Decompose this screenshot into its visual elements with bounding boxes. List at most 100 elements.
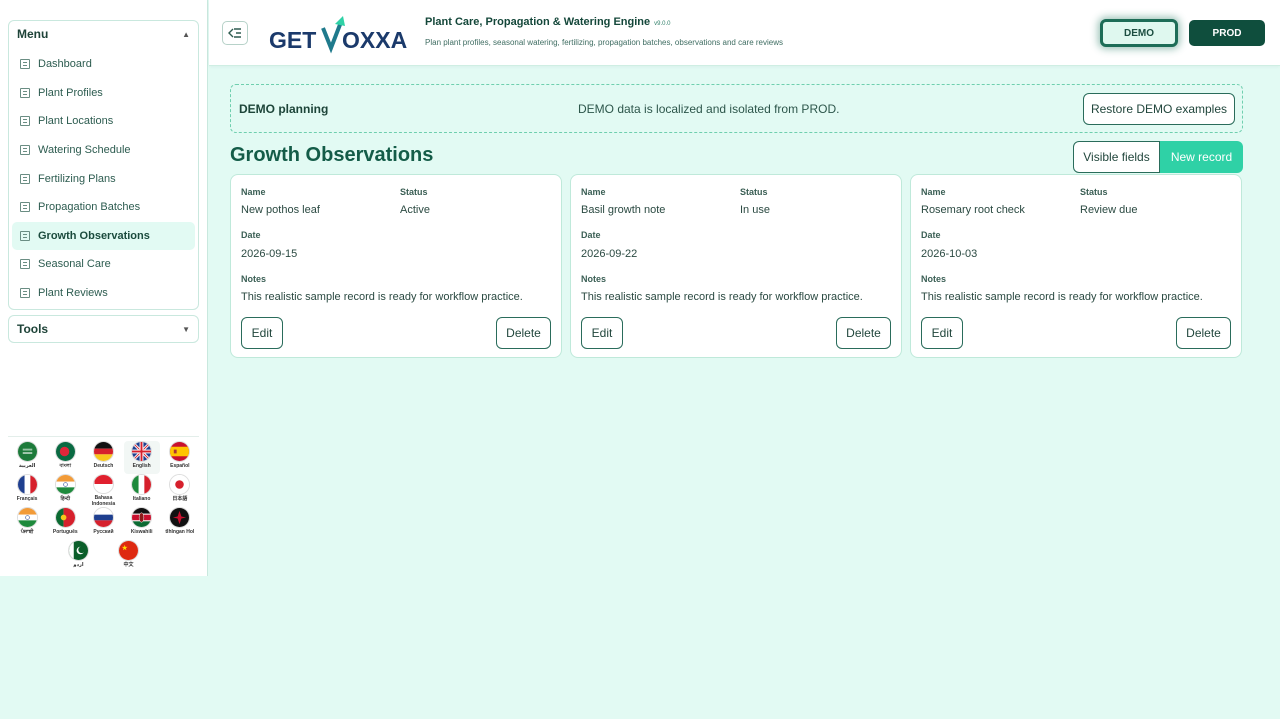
record-name: Basil growth note: [581, 204, 666, 216]
delete-button[interactable]: Delete: [496, 317, 551, 349]
delete-button[interactable]: Delete: [1176, 317, 1231, 349]
sidebar-item-plant-profiles[interactable]: Plant Profiles: [12, 79, 195, 108]
record-name: Rosemary root check: [921, 204, 1025, 216]
restore-demo-button[interactable]: Restore DEMO examples: [1083, 93, 1235, 125]
app-version: v9.0.0: [654, 21, 671, 27]
menu-title: Menu: [17, 27, 49, 41]
field-label-notes: Notes: [581, 274, 607, 284]
banner-note: DEMO data is localized and isolated from…: [578, 102, 840, 116]
language-russian[interactable]: Русский: [85, 507, 121, 540]
sidebar: Menu ▲ Dashboard Plant Profiles Plant Lo…: [0, 0, 208, 576]
sidebar-item-fertilizing-plans[interactable]: Fertilizing Plans: [12, 164, 195, 193]
language-label: العربية: [18, 463, 36, 469]
sidebar-item-plant-locations[interactable]: Plant Locations: [12, 107, 195, 136]
tools-panel-header[interactable]: Tools ▼: [9, 316, 198, 342]
language-portuguese[interactable]: Português: [47, 507, 83, 540]
language-urdu[interactable]: اردو: [61, 540, 97, 573]
language-french[interactable]: Français: [9, 474, 45, 507]
field-label-date: Date: [921, 230, 941, 240]
language-label: English: [132, 463, 151, 469]
sidebar-item-label: Seasonal Care: [38, 258, 111, 271]
language-label: हिन्दी: [60, 496, 70, 502]
record-date: 2026-09-15: [241, 248, 298, 260]
sidebar-item-label: Growth Observations: [38, 229, 150, 242]
flag-indonesia-icon: [92, 474, 114, 494]
flag-spain-icon: [169, 441, 191, 462]
app-title-text: Plant Care, Propagation & Watering Engin…: [425, 16, 651, 28]
language-indonesian[interactable]: Bahasa Indonesia: [85, 474, 121, 507]
visible-fields-button[interactable]: Visible fields: [1073, 141, 1160, 173]
flag-portugal-icon: [54, 507, 76, 528]
demo-banner: DEMO planning DEMO data is localized and…: [230, 84, 1243, 133]
language-german[interactable]: Deutsch: [85, 441, 121, 474]
document-icon: [20, 59, 30, 70]
language-label: Português: [52, 529, 78, 535]
language-english[interactable]: English: [123, 441, 160, 474]
flag-bangladesh-icon: [54, 441, 76, 462]
language-hindi[interactable]: हिन्दी: [47, 474, 83, 507]
sidebar-item-plant-reviews[interactable]: Plant Reviews: [12, 279, 195, 308]
language-arabic[interactable]: العربية: [9, 441, 45, 474]
chevron-up-icon: ▲: [182, 29, 190, 39]
sidebar-item-label: Watering Schedule: [38, 144, 131, 157]
flag-russia-icon: [92, 507, 114, 528]
language-klingon[interactable]: tlhIngan Hol: [162, 507, 198, 540]
page-title: Growth Observations: [230, 144, 434, 166]
language-label: Deutsch: [93, 463, 114, 469]
language-swahili[interactable]: Kiswahili: [124, 507, 160, 540]
language-label: 日本語: [172, 496, 188, 502]
tools-title: Tools: [17, 322, 49, 336]
edit-button[interactable]: Edit: [581, 317, 623, 349]
prod-env-button[interactable]: PROD: [1189, 20, 1265, 46]
language-chinese[interactable]: 中文: [111, 540, 147, 573]
app-header: GET OXXA Plant Care, Propagation & Water…: [209, 0, 1280, 66]
tools-panel: Tools ▼: [8, 315, 199, 343]
record-date: 2026-10-03: [921, 248, 978, 260]
demo-env-button[interactable]: DEMO: [1100, 19, 1178, 47]
banner-title: DEMO planning: [239, 102, 329, 116]
app-subtitle: Plan plant profiles, seasonal watering, …: [425, 38, 783, 47]
sidebar-item-label: Propagation Batches: [38, 201, 141, 214]
document-icon: [20, 173, 30, 184]
document-icon: [20, 116, 30, 127]
sidebar-item-label: Plant Reviews: [38, 287, 108, 300]
sidebar-item-dashboard[interactable]: Dashboard: [12, 50, 195, 79]
language-spanish[interactable]: Español: [162, 441, 198, 474]
flag-india-icon: [54, 474, 76, 495]
document-icon: [20, 288, 30, 299]
document-icon: [20, 230, 30, 241]
sidebar-item-propagation-batches[interactable]: Propagation Batches: [12, 193, 195, 222]
language-label: Italiano: [132, 496, 151, 502]
menu-panel-header[interactable]: Menu ▲: [9, 21, 198, 47]
sidebar-item-seasonal-care[interactable]: Seasonal Care: [12, 250, 195, 279]
logo-text-oxxa: OXXA: [342, 27, 407, 53]
delete-button[interactable]: Delete: [836, 317, 891, 349]
sidebar-item-watering-schedule[interactable]: Watering Schedule: [12, 136, 195, 165]
sidebar-item-label: Plant Locations: [38, 115, 114, 128]
edit-button[interactable]: Edit: [241, 317, 283, 349]
flag-japan-icon: [169, 474, 191, 495]
flag-kenya-icon: [131, 507, 153, 528]
new-record-button[interactable]: New record: [1160, 141, 1243, 173]
edit-button[interactable]: Edit: [921, 317, 963, 349]
sidebar-item-growth-observations[interactable]: Growth Observations: [12, 221, 195, 251]
language-italian[interactable]: Italiano: [124, 474, 160, 507]
field-label-status: Status: [1080, 187, 1108, 197]
language-japanese[interactable]: 日本語: [162, 474, 198, 507]
flag-germany-icon: [92, 441, 114, 462]
record-notes: This realistic sample record is ready fo…: [581, 291, 863, 303]
chevron-down-icon: ▼: [182, 324, 190, 334]
field-label-name: Name: [921, 187, 946, 197]
menu-panel: Menu ▲ Dashboard Plant Profiles Plant Lo…: [8, 20, 199, 310]
language-bangla[interactable]: বাংলা: [47, 441, 83, 474]
menu-list: Dashboard Plant Profiles Plant Locations…: [9, 47, 198, 307]
collapse-sidebar-button[interactable]: [222, 21, 248, 45]
language-label: tlhIngan Hol: [165, 529, 195, 535]
language-label: বাংলা: [59, 463, 72, 469]
record-notes: This realistic sample record is ready fo…: [921, 291, 1203, 303]
document-icon: [20, 87, 30, 98]
language-punjabi[interactable]: ਪੰਜਾਬੀ: [9, 507, 45, 540]
language-label: Kiswahili: [130, 529, 153, 535]
record-name: New pothos leaf: [241, 204, 320, 216]
flag-france-icon: [16, 474, 38, 495]
